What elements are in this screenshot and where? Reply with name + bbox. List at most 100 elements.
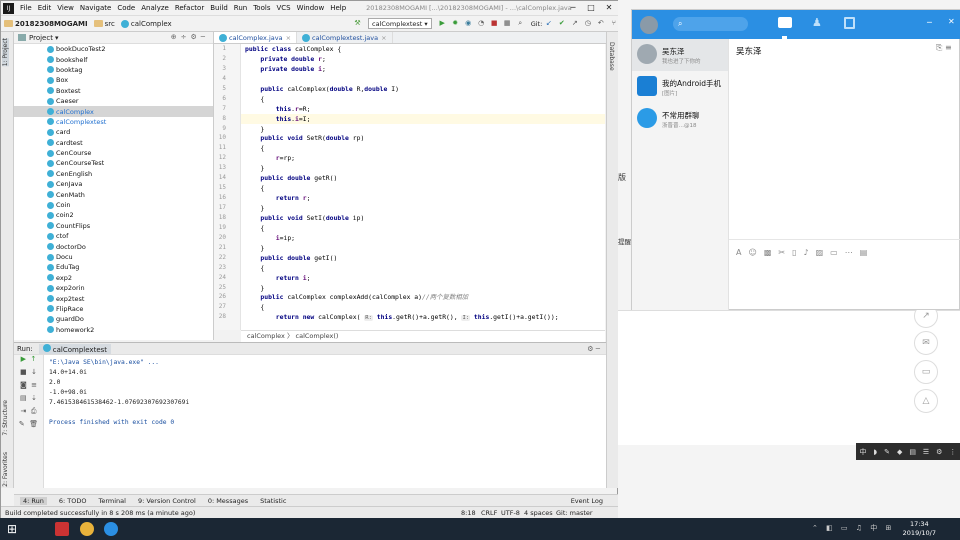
contact-item[interactable]: 不常用群聊 浙晋晋…@18 xyxy=(632,103,728,135)
project-tree-item[interactable]: ctof xyxy=(14,231,213,241)
sdk-icon[interactable]: ▦ xyxy=(503,19,512,28)
close-tab-icon[interactable]: × xyxy=(381,34,386,42)
image-icon[interactable]: ▨ xyxy=(816,248,824,257)
contact-item[interactable]: 我的Android手机 [图片] xyxy=(632,71,728,103)
statistic-tab[interactable]: Statistic xyxy=(260,497,286,505)
warning-icon[interactable]: △ xyxy=(914,389,938,413)
menu-tools[interactable]: Tools xyxy=(253,4,270,12)
file-encoding[interactable]: UTF-8 xyxy=(501,509,520,517)
profile-icon[interactable]: ◔ xyxy=(477,19,486,28)
run-icon[interactable]: ▶ xyxy=(438,19,447,28)
project-tree-item[interactable]: guardDo xyxy=(14,314,213,324)
screen-share-icon[interactable]: ⎘ ≡ xyxy=(936,43,952,53)
git-branch[interactable]: Git: master xyxy=(556,509,593,517)
minimize-button[interactable]: ─ xyxy=(565,1,581,15)
breadcrumb-file[interactable]: calComplex xyxy=(120,19,172,28)
toolbar-icon[interactable]: ✎ xyxy=(884,448,890,456)
pin-icon[interactable]: ✎ 🗑 xyxy=(14,420,43,433)
code-editor[interactable]: public class calComplex { private double… xyxy=(241,44,605,330)
menu-view[interactable]: View xyxy=(57,4,74,12)
project-tree-item[interactable]: homework2 xyxy=(14,325,213,335)
console-output[interactable]: "E:\Java SE\bin\java.exe" ... 14.0+14.0i 2… xyxy=(44,355,606,488)
project-tree-item[interactable]: FlipRace xyxy=(14,304,213,314)
message-icon[interactable]: ▭ xyxy=(914,360,938,384)
git-compare-icon[interactable]: ↗ xyxy=(570,19,579,28)
messages-icon[interactable] xyxy=(778,17,792,28)
build-hammer-icon[interactable]: ⚒ xyxy=(353,19,362,28)
toolbar-icon[interactable]: ◆ xyxy=(897,448,902,456)
menu-code[interactable]: Code xyxy=(117,4,135,12)
files-icon[interactable] xyxy=(844,17,855,29)
stop-run-icon[interactable]: ■ ↓ xyxy=(14,368,43,381)
run-panel-settings-icon[interactable]: ⚙ ─ xyxy=(587,345,600,353)
search-everywhere-icon[interactable]: ⌕ xyxy=(516,19,525,28)
menu-window[interactable]: Window xyxy=(297,4,325,12)
toolbar-icon[interactable]: 中 xyxy=(859,447,866,457)
project-tree-item[interactable]: Caeser xyxy=(14,96,213,106)
close-chat-button[interactable]: ✕ xyxy=(948,17,955,26)
maximize-button[interactable]: □ xyxy=(583,1,599,15)
project-tree-item[interactable]: Coin xyxy=(14,200,213,210)
breadcrumb-project[interactable]: 20182308MOGAMI xyxy=(4,20,88,28)
toolbar-icon[interactable]: ◗ xyxy=(873,448,877,456)
menu-refactor[interactable]: Refactor xyxy=(175,4,204,12)
project-tree-item[interactable]: exp2 xyxy=(14,273,213,283)
run-configuration-select[interactable]: calComplextest ▾ xyxy=(368,18,432,29)
git-revert-icon[interactable]: ↶ xyxy=(596,19,605,28)
structure-tool-tab[interactable]: 7: Structure xyxy=(2,400,9,436)
debug-icon[interactable]: ✹ xyxy=(451,19,460,28)
project-tree-item[interactable]: calComplex xyxy=(14,106,213,117)
menu-vcs[interactable]: VCS xyxy=(276,4,290,12)
toolbar-icon[interactable]: ☰ xyxy=(923,448,929,456)
tab-calcomplex[interactable]: calComplex.java × xyxy=(214,32,298,43)
minimize-chat-button[interactable]: ─ xyxy=(927,18,932,27)
code-breadcrumb[interactable]: calComplex 〉 calComplex() xyxy=(241,330,605,342)
project-tree-item[interactable]: exp2test xyxy=(14,293,213,303)
menu-run[interactable]: Run xyxy=(234,4,247,12)
menu-edit[interactable]: Edit xyxy=(38,4,52,12)
contacts-icon[interactable]: ♟ xyxy=(812,17,824,29)
favorites-tool-tab[interactable]: 2: Favorites xyxy=(2,452,9,487)
project-tree-item[interactable]: CountFlips xyxy=(14,221,213,231)
project-tree-item[interactable]: booktag xyxy=(14,65,213,75)
project-tree-item[interactable]: CenMath xyxy=(14,189,213,199)
project-tree-item[interactable]: card xyxy=(14,127,213,137)
intellij-taskbar-icon[interactable] xyxy=(55,522,69,536)
database-tool-tab[interactable]: Database xyxy=(608,42,615,71)
settings-icon[interactable]: ⚙ xyxy=(936,448,942,456)
messages-tab[interactable]: 0: Messages xyxy=(208,497,248,505)
chrome-taskbar-icon[interactable] xyxy=(80,522,94,536)
file-icon[interactable]: ▯ xyxy=(792,248,796,257)
restore-layout-icon[interactable]: ▤ ⇣ xyxy=(14,394,43,407)
emoji-icon[interactable]: ☺ xyxy=(748,248,756,257)
rerun-icon[interactable]: ▶ ↑ xyxy=(14,355,43,368)
event-log-tab[interactable]: Event Log xyxy=(571,497,603,505)
toolbar-icon[interactable]: ⋮ xyxy=(949,448,956,456)
project-panel-actions[interactable]: ⊕÷⚙─ xyxy=(171,33,209,41)
windows-start-icon[interactable]: ⊞ xyxy=(7,522,21,536)
git-update-icon[interactable]: ↙ xyxy=(544,19,553,28)
version-control-tab[interactable]: 9: Version Control xyxy=(138,497,196,505)
font-icon[interactable]: A xyxy=(736,248,741,257)
menu-file[interactable]: File xyxy=(20,4,32,12)
stop-icon[interactable]: ■ xyxy=(490,19,499,28)
camera-icon[interactable]: ◙ ≡ xyxy=(14,381,43,394)
contact-item[interactable]: 吴东泽 我也进了下你的 xyxy=(632,39,728,71)
run-config-tab[interactable]: calComplextest xyxy=(38,343,112,354)
menu-help[interactable]: Help xyxy=(330,4,346,12)
close-tab-icon[interactable]: × xyxy=(286,34,291,42)
menu-navigate[interactable]: Navigate xyxy=(80,4,111,12)
project-tree-item[interactable]: CenCourseTest xyxy=(14,158,213,168)
run-tab[interactable]: 4: Run xyxy=(20,496,47,505)
project-tree-item[interactable]: cardtest xyxy=(14,138,213,148)
project-tree-item[interactable]: CenCourse xyxy=(14,148,213,158)
project-tree-item[interactable]: bookshelf xyxy=(14,54,213,64)
git-history-icon[interactable]: ◷ xyxy=(583,19,592,28)
tab-calcomplextest[interactable]: calComplextest.java × xyxy=(297,32,393,43)
exit-icon[interactable]: ⇥ ⎙ xyxy=(14,407,43,420)
coverage-icon[interactable]: ◉ xyxy=(464,19,473,28)
indent-setting[interactable]: 4 spaces xyxy=(524,509,553,517)
project-tree-item[interactable]: EduTag xyxy=(14,262,213,272)
project-panel-title[interactable]: Project xyxy=(29,34,53,42)
history-icon[interactable]: ▤ xyxy=(860,248,868,257)
